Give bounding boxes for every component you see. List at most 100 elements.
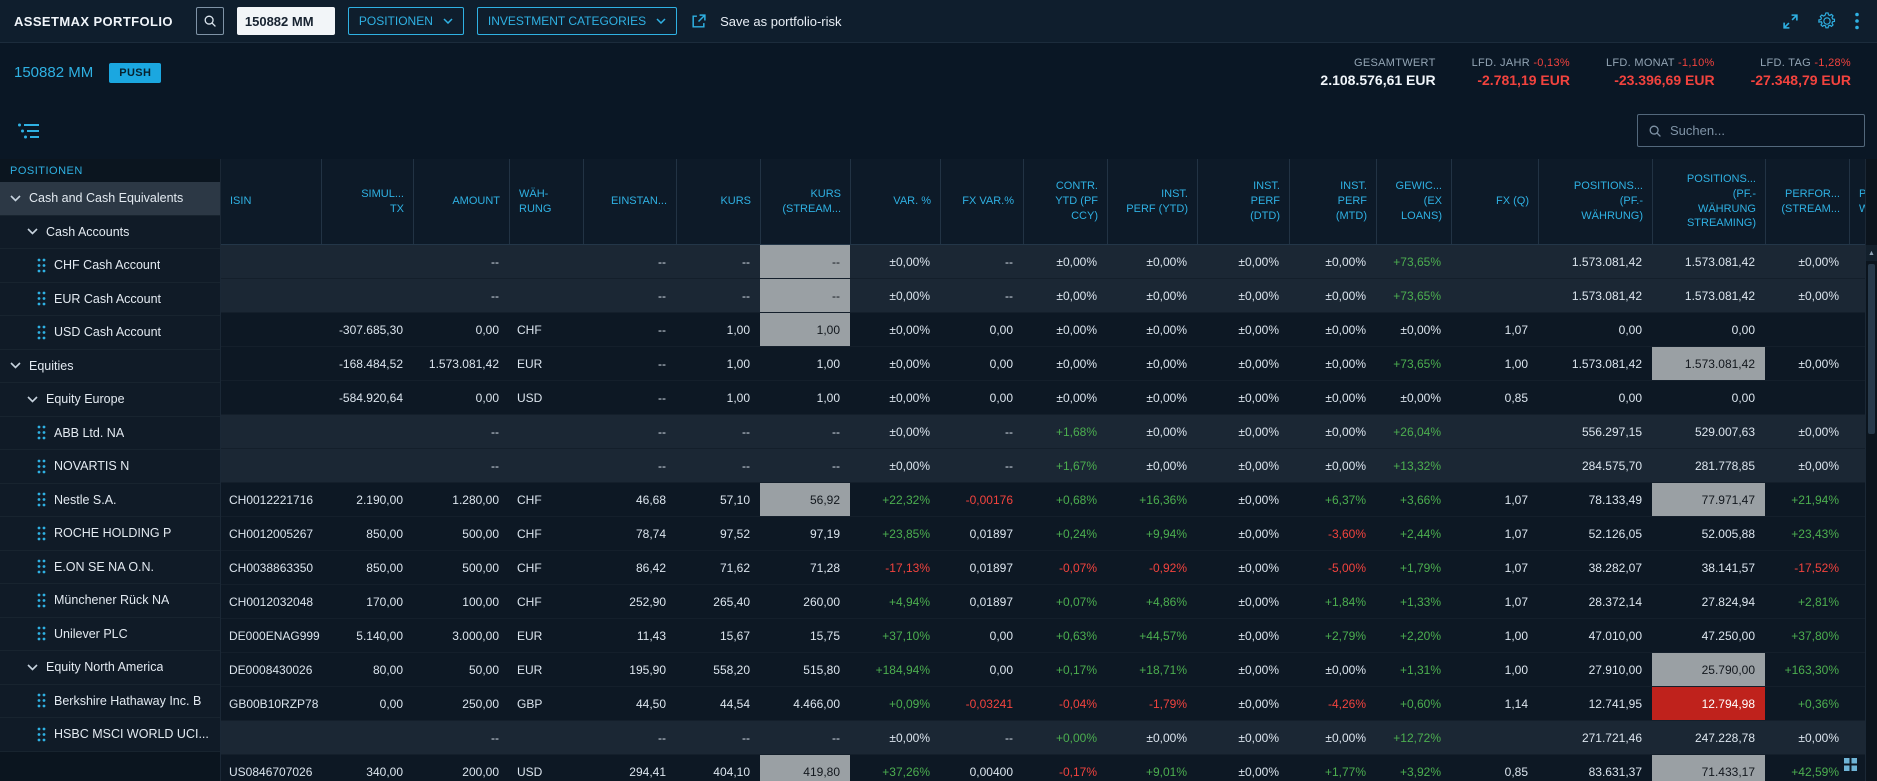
chevron-down-icon[interactable] xyxy=(10,362,21,369)
cell: CH0012005267 xyxy=(221,517,321,550)
table-row-equities[interactable]: --------±0,00%--+1,68%±0,00%±0,00%±0,00%… xyxy=(221,415,1865,449)
stat-delta: -1,28% xyxy=(1814,57,1851,69)
investment-categories-dropdown[interactable]: INVESTMENT CATEGORIES xyxy=(477,7,677,35)
column-header-inst-perf-mtd[interactable]: INST. PERF (MTD) xyxy=(1289,159,1376,244)
sidebar-item-usd-cash-account[interactable]: USD Cash Account xyxy=(0,316,220,350)
cell: 78.133,49 xyxy=(1538,483,1652,516)
cell: 2.190,00 xyxy=(321,483,413,516)
gear-icon[interactable] xyxy=(1818,12,1836,30)
sidebar-item-nestle-s-a[interactable]: Nestle S.A. xyxy=(0,484,220,518)
column-header-kurs[interactable]: KURS xyxy=(676,159,760,244)
kebab-menu-icon[interactable] xyxy=(1855,12,1859,30)
sidebar-item-eur-cash-account[interactable]: EUR Cash Account xyxy=(0,283,220,317)
sidebar-item-münchener-rück-na[interactable]: Münchener Rück NA xyxy=(0,584,220,618)
scroll-up-button[interactable]: ▲ xyxy=(1866,245,1877,261)
cell: 100,00 xyxy=(413,585,509,618)
sidebar-item-berkshire-hathaway-inc-b[interactable]: Berkshire Hathaway Inc. B xyxy=(0,685,220,719)
cell: 0,00400 xyxy=(940,755,1023,781)
column-header-positions-pf-währung-streaming[interactable]: POSITIONS... (PF.- WÄHRUNG STREAMING) xyxy=(1652,159,1765,244)
cell: ±0,00% xyxy=(1197,517,1289,550)
chevron-down-icon xyxy=(443,18,453,24)
table-row-abb-ltd-na[interactable]: CH00122217162.190,001.280,00CHF46,6857,1… xyxy=(221,483,1865,517)
column-header-kurs-stream[interactable]: KURS (STREAM... xyxy=(760,159,850,244)
cell: ±0,00% xyxy=(1197,347,1289,380)
save-as-portfolio-risk-label[interactable]: Save as portfolio-risk xyxy=(720,14,841,29)
positions-sidebar: POSITIONEN Cash and Cash EquivalentsCash… xyxy=(0,159,221,781)
search-input[interactable] xyxy=(1670,123,1854,138)
table-row-unilever-plc[interactable]: GB00B10RZP780,00250,00GBP44,5044,544.466… xyxy=(221,687,1865,721)
chevron-down-icon[interactable] xyxy=(10,195,21,202)
column-header-fx-var[interactable]: FX VAR.% xyxy=(940,159,1023,244)
external-link-icon[interactable] xyxy=(690,13,707,30)
table-row-roche-holding-p[interactable]: CH0012032048170,00100,00CHF252,90265,402… xyxy=(221,585,1865,619)
table-row-eur-cash-account[interactable]: -168.484,521.573.081,42EUR--1,001,00±0,0… xyxy=(221,347,1865,381)
sidebar-item-chf-cash-account[interactable]: CHF Cash Account xyxy=(0,249,220,283)
cell: ±0,00% xyxy=(1107,279,1197,312)
table-row-novartis-n[interactable]: CH0012005267850,00500,00CHF78,7497,5297,… xyxy=(221,517,1865,551)
chevron-down-icon[interactable] xyxy=(27,396,38,403)
cell: ±0,00% xyxy=(1765,449,1849,482)
table-search-box[interactable] xyxy=(1637,114,1865,147)
cell: 0,01897 xyxy=(940,517,1023,550)
sidebar-item-hsbc-msci-world-uci[interactable]: HSBC MSCI WORLD UCI... xyxy=(0,718,220,752)
table-row-e-on-se-na-o-n[interactable]: DE000ENAG9995.140,003.000,00EUR11,4315,6… xyxy=(221,619,1865,653)
cell: 83.631,37 xyxy=(1538,755,1652,781)
column-header-inst-perf-dtd[interactable]: INST. PERF (DTD) xyxy=(1197,159,1289,244)
table-row-cash-and-cash-equivalents[interactable]: --------±0,00%--±0,00%±0,00%±0,00%±0,00%… xyxy=(221,245,1865,279)
column-header-isin[interactable]: ISIN xyxy=(221,159,321,244)
hierarchy-icon[interactable] xyxy=(18,123,40,139)
cell: +37,10% xyxy=(850,619,940,652)
stat-label: LFD. JAHR -0,13% xyxy=(1472,57,1570,69)
cell: +18,71% xyxy=(1107,653,1197,686)
column-header-wäh-rung[interactable]: WÄH- RUNG xyxy=(509,159,583,244)
column-header-pe-wä[interactable]: PE... WÄ... xyxy=(1849,159,1865,244)
table-row-berkshire-hathaway-inc-b[interactable]: US0846707026340,00200,00USD294,41404,104… xyxy=(221,755,1865,781)
column-header-simul-tx[interactable]: SIMUL... TX xyxy=(321,159,413,244)
cell: +184,94% xyxy=(850,653,940,686)
table-row-equity-north-america[interactable]: --------±0,00%--+0,00%±0,00%±0,00%±0,00%… xyxy=(221,721,1865,755)
cell: -- xyxy=(583,381,676,414)
table-row-nestle-s-a[interactable]: CH0038863350850,00500,00CHF86,4271,6271,… xyxy=(221,551,1865,585)
sidebar-item-unilever-plc[interactable]: Unilever PLC xyxy=(0,618,220,652)
sidebar-item-equity-north-america[interactable]: Equity North America xyxy=(0,651,220,685)
portfolio-id-input[interactable] xyxy=(237,7,335,35)
cell xyxy=(1849,415,1865,448)
scrollbar-track[interactable] xyxy=(1866,261,1877,781)
table-row-münchener-rück-na[interactable]: DE000843002680,0050,00EUR195,90558,20515… xyxy=(221,653,1865,687)
column-header-positions-pf-währung[interactable]: POSITIONS... (PF.- WÄHRUNG) xyxy=(1538,159,1652,244)
scrollbar-thumb[interactable] xyxy=(1868,264,1875,434)
column-header-perfor-stream[interactable]: PERFOR... (STREAM... xyxy=(1765,159,1849,244)
sidebar-item-cash-accounts[interactable]: Cash Accounts xyxy=(0,216,220,250)
column-header-gewic-ex-loans[interactable]: GEWIC... (EX LOANS) xyxy=(1376,159,1451,244)
search-button[interactable] xyxy=(196,7,224,35)
cell: 0,01897 xyxy=(940,585,1023,618)
vertical-scrollbar[interactable]: ▲ xyxy=(1865,159,1877,781)
column-header-amount[interactable]: AMOUNT xyxy=(413,159,509,244)
sidebar-item-roche-holding-p[interactable]: ROCHE HOLDING P xyxy=(0,517,220,551)
column-header-einstan[interactable]: EINSTAN... xyxy=(583,159,676,244)
fullscreen-icon[interactable] xyxy=(1782,13,1799,30)
column-header-inst-perf-ytd[interactable]: INST. PERF (YTD) xyxy=(1107,159,1197,244)
chevron-down-icon[interactable] xyxy=(27,228,38,235)
sidebar-item-e-on-se-na-o-n[interactable]: E.ON SE NA O.N. xyxy=(0,551,220,585)
sidebar-item-cash-and-cash-equivalents[interactable]: Cash and Cash Equivalents xyxy=(0,182,220,216)
column-header-var[interactable]: VAR. % xyxy=(850,159,940,244)
positions-dropdown[interactable]: POSITIONEN xyxy=(348,7,464,35)
grid-view-icon[interactable] xyxy=(1844,758,1857,776)
sidebar-item-novartis-n[interactable]: NOVARTIS N xyxy=(0,450,220,484)
table-row-equity-europe[interactable]: --------±0,00%--+1,67%±0,00%±0,00%±0,00%… xyxy=(221,449,1865,483)
sidebar-item-equities[interactable]: Equities xyxy=(0,350,220,384)
table-row-cash-accounts[interactable]: --------±0,00%--±0,00%±0,00%±0,00%±0,00%… xyxy=(221,279,1865,313)
cell: 1.573.081,42 xyxy=(1538,279,1652,312)
column-header-contr-ytd-pf-ccy[interactable]: CONTR. YTD (PF CCY) xyxy=(1023,159,1107,244)
cell: +0,24% xyxy=(1023,517,1107,550)
chevron-down-icon[interactable] xyxy=(27,664,38,671)
table-row-usd-cash-account[interactable]: -584.920,640,00USD--1,001,00±0,00%0,00±0… xyxy=(221,381,1865,415)
cell: ±0,00% xyxy=(1289,347,1376,380)
portfolio-name[interactable]: 150882 MM xyxy=(14,64,93,81)
table-row-chf-cash-account[interactable]: -307.685,300,00CHF--1,001,00±0,00%0,00±0… xyxy=(221,313,1865,347)
sidebar-item-equity-europe[interactable]: Equity Europe xyxy=(0,383,220,417)
push-badge[interactable]: PUSH xyxy=(109,63,161,83)
sidebar-item-abb-ltd-na[interactable]: ABB Ltd. NA xyxy=(0,417,220,451)
column-header-fx-q[interactable]: FX (Q) xyxy=(1451,159,1538,244)
